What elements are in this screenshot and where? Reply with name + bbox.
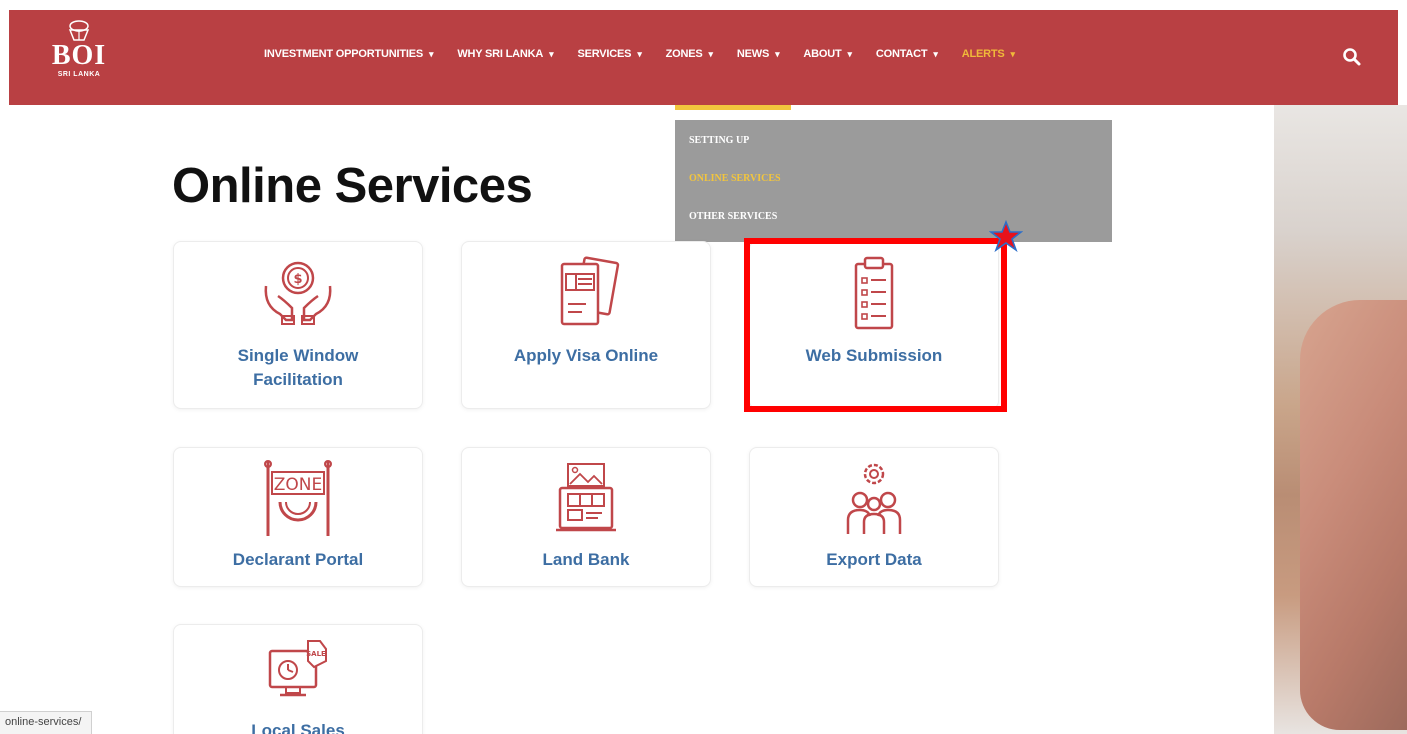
dropdown-item-online-services[interactable]: ONLINE SERVICES <box>675 168 1112 206</box>
card-label: Export Data <box>826 550 922 569</box>
search-icon[interactable] <box>1342 47 1362 67</box>
chevron-down-icon: ▾ <box>775 49 780 59</box>
card-label: Apply Visa Online <box>513 346 659 365</box>
nav-contact[interactable]: CONTACT ▾ <box>876 48 938 60</box>
page-title: Online Services <box>172 159 533 213</box>
nav-label: NEWS <box>736 48 770 60</box>
status-bar-url: online-services/ <box>0 711 93 734</box>
services-dropdown: SETTING UP ONLINE SERVICES OTHER SERVICE… <box>675 120 1112 242</box>
chevron-down-icon: ▾ <box>1010 49 1016 59</box>
card-label-line1: Single Window <box>237 346 359 365</box>
svg-text:ZONE: ZONE <box>274 475 323 495</box>
page: BOI SRI LANKA INVESTMENT OPPORTUNITIES ▾ … <box>0 0 1407 734</box>
nav-label: INVESTMENT OPPORTUNITIES <box>264 48 423 60</box>
hero-photo-hand <box>1300 300 1407 730</box>
nav-active-underline <box>675 105 791 110</box>
chevron-down-icon: ▾ <box>847 49 853 59</box>
visa-document-icon <box>560 256 620 326</box>
crest-icon <box>68 20 90 41</box>
card-local-sales[interactable]: SALE Local Sales <box>173 624 423 734</box>
card-declarant-portal[interactable]: ZONE Declarant Portal <box>173 447 423 587</box>
card-label: Web Submission <box>805 346 943 365</box>
nav-news[interactable]: NEWS ▾ <box>737 48 780 60</box>
nav-why-sri-lanka[interactable]: WHY SRI LANKA ▾ <box>457 48 553 60</box>
land-bank-icon <box>556 463 616 532</box>
card-single-window-facilitation[interactable]: $ Single Window Facilitation <box>173 241 423 409</box>
svg-text:$: $ <box>293 272 302 287</box>
clipboard-list-icon <box>854 256 894 330</box>
logo-text: BOI <box>51 40 107 71</box>
nav-services[interactable]: SERVICES ▾ <box>577 48 641 60</box>
nav-about[interactable]: ABOUT ▾ <box>803 48 853 60</box>
zone-sign-icon: ZONE <box>264 460 332 536</box>
chevron-down-icon: ▾ <box>429 49 434 59</box>
card-label-line2: Facilitation <box>253 370 343 389</box>
card-label: Land Bank <box>542 550 630 569</box>
chevron-down-icon: ▾ <box>549 49 554 59</box>
chevron-down-icon: ▾ <box>708 49 714 59</box>
svg-text:SALE: SALE <box>306 650 326 658</box>
chevron-down-icon: ▾ <box>933 49 938 59</box>
sale-monitor-icon: SALE <box>268 640 327 697</box>
dropdown-item-setting-up[interactable]: SETTING UP <box>675 130 1112 168</box>
nav-label: WHY SRI LANKA <box>457 48 544 60</box>
main-nav: INVESTMENT OPPORTUNITIES ▾ WHY SRI LANKA ▾… <box>264 48 1015 60</box>
card-label: Declarant Portal <box>232 550 364 569</box>
nav-label: SERVICES <box>577 48 632 60</box>
nav-label: CONTACT <box>875 48 928 60</box>
money-hands-icon: $ <box>264 261 332 325</box>
team-gear-icon <box>846 463 902 534</box>
card-web-submission[interactable]: Web Submission <box>749 241 999 409</box>
dropdown-item-other-services[interactable]: OTHER SERVICES <box>675 206 1112 244</box>
card-label: Local Sales <box>251 721 345 734</box>
nav-alerts[interactable]: ALERTS ▾ <box>962 48 1015 60</box>
nav-label: ABOUT <box>803 48 842 60</box>
card-land-bank[interactable]: Land Bank <box>461 447 711 587</box>
nav-zones[interactable]: ZONES ▾ <box>666 48 713 60</box>
nav-investment-opportunities[interactable]: INVESTMENT OPPORTUNITIES ▾ <box>264 48 434 60</box>
nav-label: ZONES <box>665 48 703 60</box>
card-apply-visa-online[interactable]: Apply Visa Online <box>461 241 711 409</box>
boi-logo[interactable]: BOI SRI LANKA <box>39 20 119 100</box>
card-label: Single Window Facilitation <box>184 344 412 392</box>
card-export-data[interactable]: Export Data <box>749 447 999 587</box>
nav-label: ALERTS <box>961 48 1005 60</box>
logo-subtext: SRI LANKA <box>57 71 101 78</box>
chevron-down-icon: ▾ <box>637 49 642 59</box>
site-header: BOI SRI LANKA INVESTMENT OPPORTUNITIES ▾ … <box>9 10 1398 105</box>
